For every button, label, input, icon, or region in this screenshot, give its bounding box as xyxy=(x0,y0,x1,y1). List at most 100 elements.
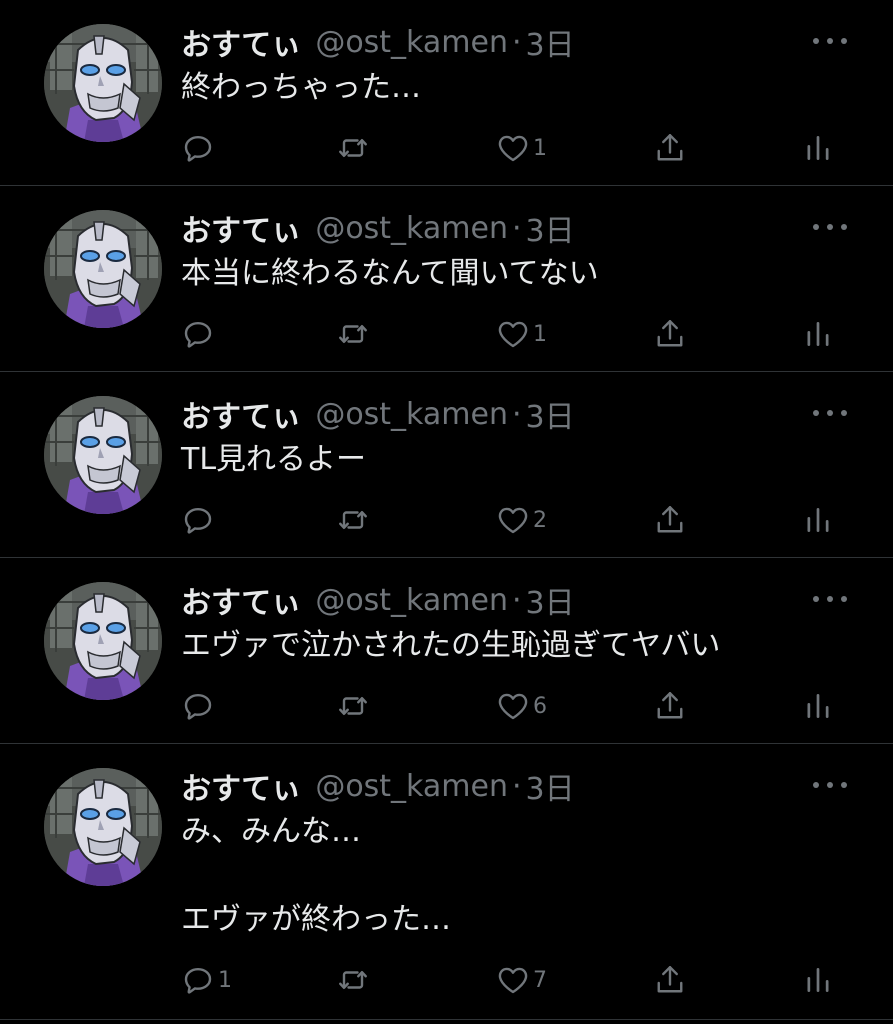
tweet[interactable]: おすてぃ @ost_kamen · 3日 み、みんな… エヴァが終わった… 1 … xyxy=(0,744,893,1020)
separator-dot: · xyxy=(511,582,522,618)
reply-button[interactable] xyxy=(180,684,218,728)
tweet-header: おすてぃ @ost_kamen · 3日 xyxy=(181,20,575,64)
share-button[interactable] xyxy=(652,958,688,1002)
like-button[interactable]: 1 xyxy=(495,312,547,356)
avatar[interactable] xyxy=(44,582,162,700)
reply-icon xyxy=(180,316,216,352)
display-name[interactable]: おすてぃ xyxy=(181,392,301,436)
reply-icon xyxy=(180,130,216,166)
reply-button[interactable] xyxy=(180,126,218,170)
share-icon xyxy=(652,130,688,166)
timestamp[interactable]: 3日 xyxy=(526,578,575,622)
heart-icon xyxy=(495,316,531,352)
retweet-icon xyxy=(335,130,371,166)
reply-count: 1 xyxy=(218,967,232,993)
action-bar: 1 7 xyxy=(0,958,893,1002)
tweet-text: み、みんな… エヴァが終わった… xyxy=(181,814,451,937)
heart-icon xyxy=(495,962,531,998)
reply-icon xyxy=(180,502,216,538)
like-count: 6 xyxy=(533,693,547,719)
display-name[interactable]: おすてぃ xyxy=(181,206,301,250)
action-bar: 6 xyxy=(0,684,893,728)
more-icon[interactable] xyxy=(813,214,847,240)
retweet-button[interactable] xyxy=(335,312,373,356)
like-count: 2 xyxy=(533,507,547,533)
tweet-text: エヴァで泣かされたの生恥過ぎてヤバい xyxy=(181,628,721,663)
timestamp[interactable]: 3日 xyxy=(526,764,575,808)
action-bar: 1 xyxy=(0,312,893,356)
stats-button[interactable] xyxy=(800,312,836,356)
stats-button[interactable] xyxy=(800,498,836,542)
reply-button[interactable]: 1 xyxy=(180,958,232,1002)
share-button[interactable] xyxy=(652,312,688,356)
like-button[interactable]: 7 xyxy=(495,958,547,1002)
stats-icon xyxy=(800,962,836,998)
more-icon[interactable] xyxy=(813,400,847,426)
like-button[interactable]: 1 xyxy=(495,126,547,170)
avatar[interactable] xyxy=(44,396,162,514)
like-count: 7 xyxy=(533,967,547,993)
tweet[interactable]: おすてぃ @ost_kamen · 3日 本当に終わるなんて聞いてない 1 xyxy=(0,186,893,372)
like-button[interactable]: 2 xyxy=(495,498,547,542)
timestamp[interactable]: 3日 xyxy=(526,392,575,436)
reply-icon xyxy=(180,688,216,724)
user-handle[interactable]: @ost_kamen xyxy=(315,211,508,246)
tweet-text: 本当に終わるなんて聞いてない xyxy=(181,256,599,291)
share-icon xyxy=(652,688,688,724)
share-icon xyxy=(652,502,688,538)
heart-icon xyxy=(495,130,531,166)
like-button[interactable]: 6 xyxy=(495,684,547,728)
more-icon[interactable] xyxy=(813,586,847,612)
action-bar: 1 xyxy=(0,126,893,170)
retweet-button[interactable] xyxy=(335,126,373,170)
tweet[interactable]: おすてぃ @ost_kamen · 3日 TL見れるよー 2 xyxy=(0,372,893,558)
separator-dot: · xyxy=(511,24,522,60)
heart-icon xyxy=(495,502,531,538)
user-handle[interactable]: @ost_kamen xyxy=(315,583,508,618)
tweet-header: おすてぃ @ost_kamen · 3日 xyxy=(181,206,575,250)
tweet-header: おすてぃ @ost_kamen · 3日 xyxy=(181,578,575,622)
display-name[interactable]: おすてぃ xyxy=(181,764,301,808)
avatar[interactable] xyxy=(44,768,162,886)
more-icon[interactable] xyxy=(813,28,847,54)
retweet-icon xyxy=(335,502,371,538)
timeline: おすてぃ @ost_kamen · 3日 終わっちゃった… 1 おすてぃ @os… xyxy=(0,0,893,1024)
tweet-header: おすてぃ @ost_kamen · 3日 xyxy=(181,392,575,436)
user-handle[interactable]: @ost_kamen xyxy=(315,25,508,60)
action-bar: 2 xyxy=(0,498,893,542)
reply-icon xyxy=(180,962,216,998)
retweet-button[interactable] xyxy=(335,958,373,1002)
stats-icon xyxy=(800,316,836,352)
display-name[interactable]: おすてぃ xyxy=(181,20,301,64)
retweet-button[interactable] xyxy=(335,498,373,542)
retweet-button[interactable] xyxy=(335,684,373,728)
stats-button[interactable] xyxy=(800,684,836,728)
tweet[interactable]: おすてぃ @ost_kamen · 3日 終わっちゃった… 1 xyxy=(0,0,893,186)
retweet-icon xyxy=(335,688,371,724)
retweet-icon xyxy=(335,962,371,998)
avatar[interactable] xyxy=(44,210,162,328)
share-button[interactable] xyxy=(652,126,688,170)
reply-button[interactable] xyxy=(180,498,218,542)
reply-button[interactable] xyxy=(180,312,218,356)
user-handle[interactable]: @ost_kamen xyxy=(315,769,508,804)
separator-dot: · xyxy=(511,768,522,804)
tweet-header: おすてぃ @ost_kamen · 3日 xyxy=(181,764,575,808)
timestamp[interactable]: 3日 xyxy=(526,206,575,250)
tweet[interactable]: おすてぃ @ost_kamen · 3日 エヴァで泣かされたの生恥過ぎてヤバい … xyxy=(0,558,893,744)
share-button[interactable] xyxy=(652,684,688,728)
retweet-icon xyxy=(335,316,371,352)
display-name[interactable]: おすてぃ xyxy=(181,578,301,622)
user-handle[interactable]: @ost_kamen xyxy=(315,397,508,432)
share-icon xyxy=(652,316,688,352)
avatar[interactable] xyxy=(44,24,162,142)
more-icon[interactable] xyxy=(813,772,847,798)
share-button[interactable] xyxy=(652,498,688,542)
timestamp[interactable]: 3日 xyxy=(526,20,575,64)
stats-button[interactable] xyxy=(800,958,836,1002)
stats-button[interactable] xyxy=(800,126,836,170)
separator-dot: · xyxy=(511,210,522,246)
stats-icon xyxy=(800,502,836,538)
like-count: 1 xyxy=(533,321,547,347)
separator-dot: · xyxy=(511,396,522,432)
